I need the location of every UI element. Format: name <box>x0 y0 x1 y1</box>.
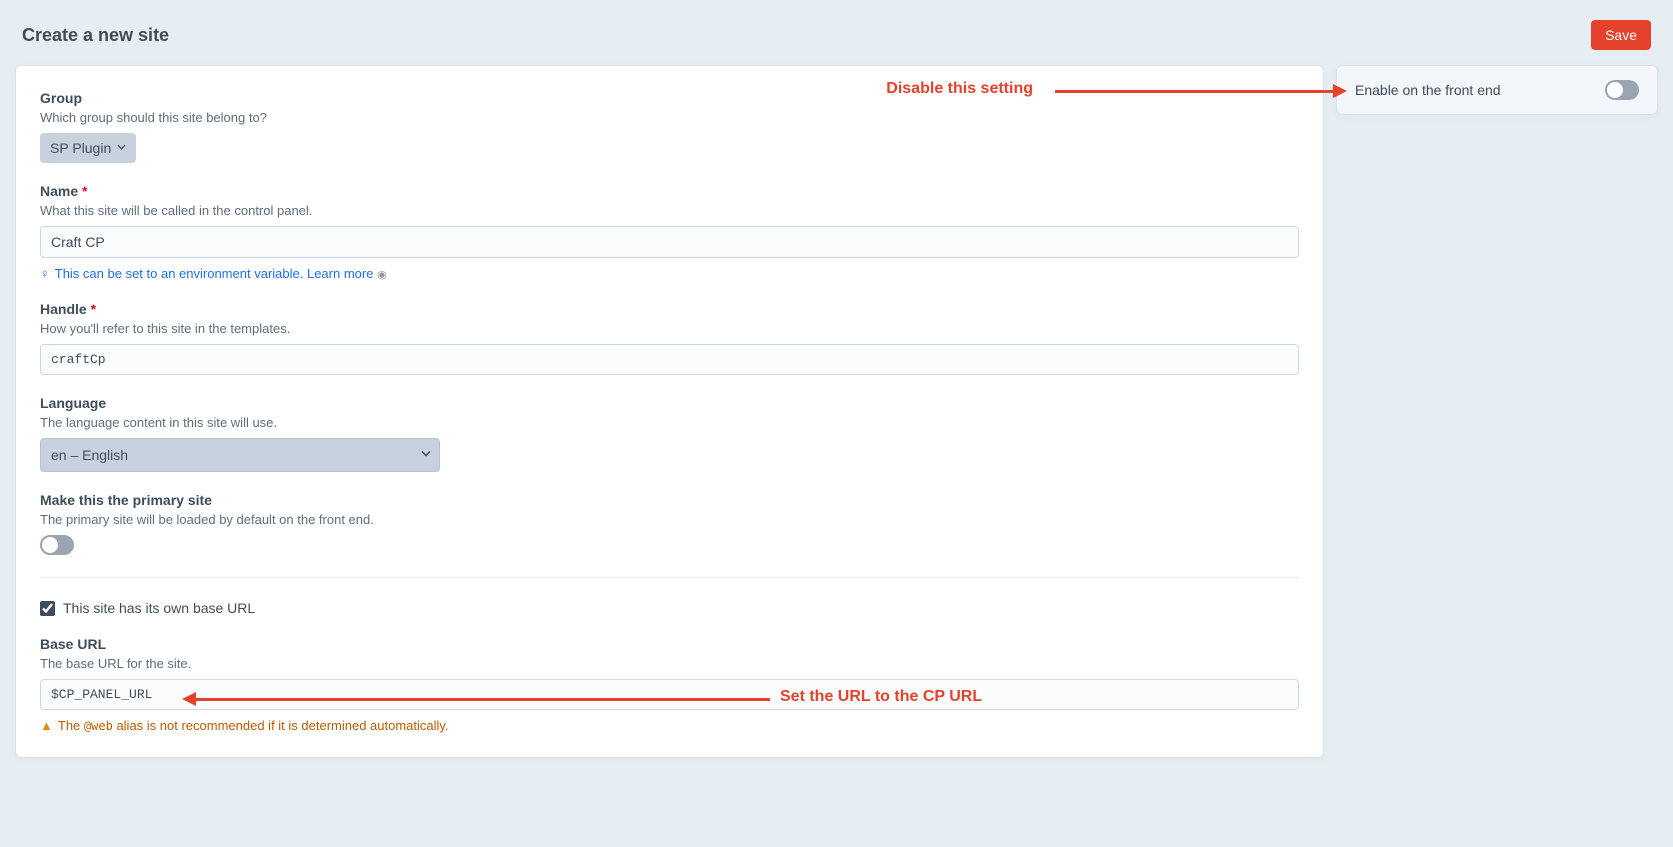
env-var-tip[interactable]: This can be set to an environment variab… <box>55 266 387 281</box>
language-label: Language <box>40 395 1299 411</box>
language-instructions: The language content in this site will u… <box>40 415 1299 430</box>
group-instructions: Which group should this site belong to? <box>40 110 1299 125</box>
primary-toggle[interactable] <box>40 535 74 555</box>
chevron-down-icon <box>117 144 126 153</box>
enable-front-end-toggle[interactable] <box>1605 80 1639 100</box>
lightbulb-icon: ♀ <box>40 266 50 281</box>
base-url-input[interactable] <box>40 679 1299 710</box>
save-button[interactable]: Save <box>1591 20 1651 50</box>
name-label: Name <box>40 183 1299 199</box>
base-url-label: Base URL <box>40 636 1299 652</box>
name-input[interactable] <box>40 226 1299 258</box>
name-instructions: What this site will be called in the con… <box>40 203 1299 218</box>
primary-instructions: The primary site will be loaded by defau… <box>40 512 1299 527</box>
warning-text: The @web alias is not recommended if it … <box>58 718 449 733</box>
has-url-checkbox[interactable] <box>40 601 55 616</box>
primary-label: Make this the primary site <box>40 492 1299 508</box>
handle-instructions: How you'll refer to this site in the tem… <box>40 321 1299 336</box>
enable-front-end-label: Enable on the front end <box>1355 82 1501 98</box>
side-panel: Enable on the front end <box>1337 66 1657 114</box>
handle-label: Handle <box>40 301 1299 317</box>
main-panel: Group Which group should this site belon… <box>16 66 1323 757</box>
group-label: Group <box>40 90 1299 106</box>
group-select[interactable]: SP Plugin <box>40 133 136 163</box>
base-url-instructions: The base URL for the site. <box>40 656 1299 671</box>
language-select[interactable]: en – English <box>40 438 440 472</box>
group-selected-value: SP Plugin <box>50 140 111 156</box>
external-link-icon: ◉ <box>377 269 387 281</box>
has-url-label: This site has its own base URL <box>63 600 255 616</box>
page-title: Create a new site <box>22 25 169 46</box>
warning-icon: ▲ <box>40 718 53 733</box>
divider <box>40 577 1299 578</box>
handle-input[interactable] <box>40 344 1299 375</box>
